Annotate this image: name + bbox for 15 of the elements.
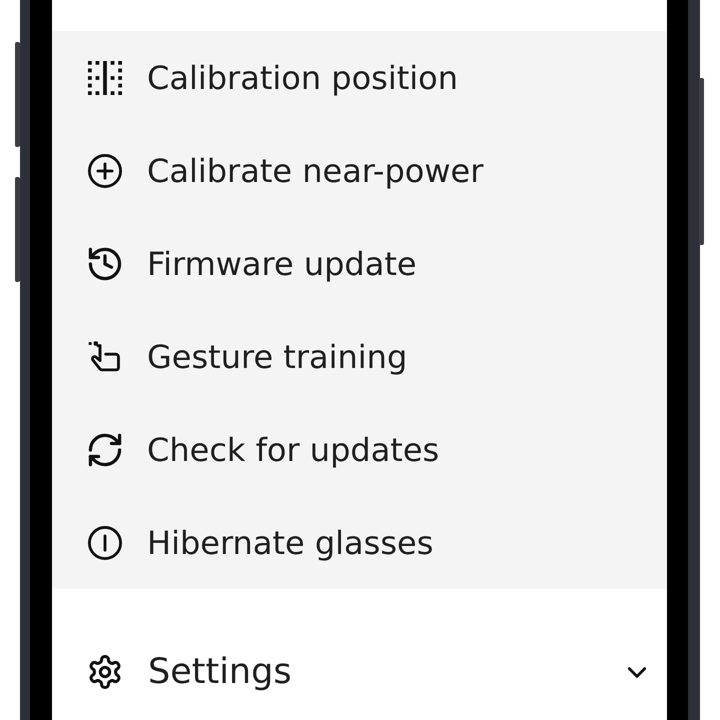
hand-pointer-icon — [88, 340, 122, 374]
menu-item[interactable]: Gesture training — [52, 310, 667, 403]
menu-item[interactable]: Check for updates — [52, 403, 667, 496]
chevron-icon — [628, 666, 646, 678]
menu-item[interactable]: Calibration position — [52, 31, 667, 124]
settings-icon — [88, 655, 122, 689]
settings-item[interactable]: Settings — [52, 639, 667, 705]
menu-item[interactable]: Firmware update — [52, 217, 667, 310]
menu-item[interactable]: Calibrate near-power — [52, 124, 667, 217]
plus-circle-icon — [88, 154, 122, 188]
menu-item[interactable]: Hibernate glasses — [52, 496, 667, 589]
dotted-border-icon — [88, 60, 122, 94]
refresh-icon — [88, 432, 122, 466]
history-icon — [88, 246, 122, 280]
power-icon — [88, 526, 122, 560]
